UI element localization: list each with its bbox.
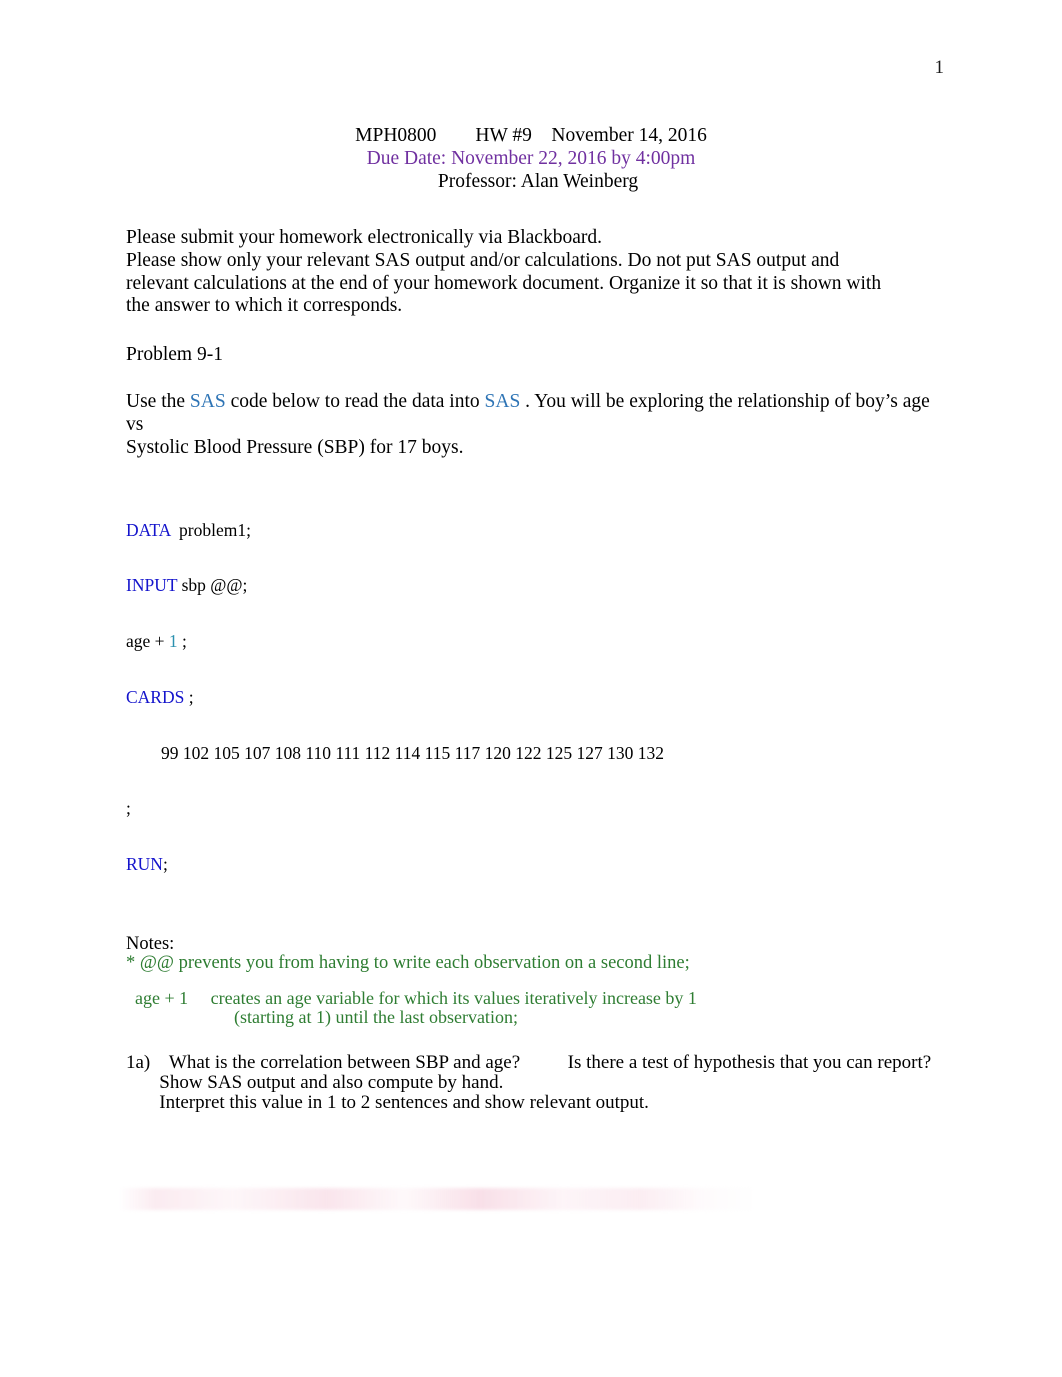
code-line-data-values: 99 102 105 107 108 110 111 112 114 115 1… — [126, 742, 664, 763]
keyword-data: DATA — [126, 519, 171, 540]
code-run-terminator: ; — [162, 854, 168, 875]
question-1a-line-2: Show SAS output and also compute by hand… — [126, 1072, 504, 1094]
header-professor-line: Professor: Alan Weinberg — [437, 171, 639, 192]
sas-label-second: SAS — [484, 390, 521, 412]
sas-label-first: SAS — [189, 390, 226, 412]
keyword-cards: CARDS — [126, 686, 185, 707]
sas-code-block: DATA problem1; INPUT sbp @@; age + 1 ; C… — [126, 483, 936, 911]
note-term-age: age + 1 — [126, 988, 189, 1009]
problem-intro-line-1: Use the SAS code below to read the data … — [126, 391, 936, 437]
question-1a-line-3: Interpret this value in 1 to 2 sentences… — [126, 1092, 649, 1114]
notes-label: Notes: — [126, 934, 175, 955]
keyword-input: INPUT — [126, 575, 178, 596]
page-artifact-smudge — [118, 1188, 754, 1210]
code-dataset-name: problem1; — [170, 519, 251, 540]
instruction-line-1: Please submit your homework electronical… — [126, 227, 602, 248]
intro-text-part1: Use the — [126, 390, 190, 412]
header-course-line: MPH0800 HW #9 November 14, 2016 — [355, 125, 707, 146]
code-line-semicolon: ; — [126, 798, 131, 819]
code-age-expr: age + — [126, 631, 169, 652]
note-line-atat: * @@ prevents you from having to write e… — [126, 953, 690, 974]
code-line-data: DATA problem1; — [126, 519, 936, 540]
instruction-line-2: Please show only your relevant SAS outpu… — [126, 249, 840, 271]
code-line-input: INPUT sbp @@; — [126, 576, 936, 595]
question-1a-line-1: 1a) What is the correlation between SBP … — [126, 1053, 936, 1073]
page-number: 1 — [934, 57, 945, 78]
document-content: MPH0800 HW #9 November 14, 2016 Due Date… — [126, 124, 936, 1113]
document-page: 1 MPH0800 HW #9 November 14, 2016 Due Da… — [0, 0, 1062, 1377]
code-numeric-literal: 1 — [168, 631, 178, 652]
problem-intro: Use the SAS code below to read the data … — [126, 391, 936, 459]
code-cards-terminator: ; — [184, 686, 194, 707]
note-line-age-continuation: (starting at 1) until the last observati… — [126, 1007, 518, 1028]
problem-heading: Problem 9-1 — [126, 344, 223, 366]
instructions-block: Please submit your homework electronical… — [126, 227, 936, 318]
note-desc-age: creates an age variable for which its va… — [188, 988, 697, 1009]
intro-text-part2: code below to read the data into — [225, 390, 485, 412]
code-age-terminator: ; — [177, 631, 187, 652]
instruction-line-4: the answer to which it corresponds. — [126, 295, 403, 317]
note-line-age-increment: age + 1 creates an age variable for whic… — [126, 989, 936, 1008]
instruction-line-3: relevant calculations at the end of your… — [126, 272, 882, 294]
code-input-args: sbp @@; — [177, 575, 248, 596]
code-line-age: age + 1 ; — [126, 632, 936, 651]
document-header: MPH0800 HW #9 November 14, 2016 Due Date… — [126, 124, 936, 193]
code-line-run: RUN; — [126, 855, 936, 874]
code-line-cards: CARDS ; — [126, 688, 936, 707]
question-1a-text-a: What is the correlation between SBP and … — [150, 1052, 521, 1074]
question-1a-block: 1a) What is the correlation between SBP … — [126, 1053, 936, 1113]
problem-intro-line-2: Systolic Blood Pressure (SBP) for 17 boy… — [126, 436, 464, 458]
header-due-date-line: Due Date: November 22, 2016 by 4:00pm — [366, 148, 696, 169]
notes-block: Notes: * @@ prevents you from having to … — [126, 935, 936, 1027]
keyword-run: RUN — [126, 854, 163, 875]
question-1a-marker: 1a) — [126, 1052, 151, 1074]
question-1a-text-b: Is there a test of hypothesis that you c… — [520, 1052, 932, 1074]
